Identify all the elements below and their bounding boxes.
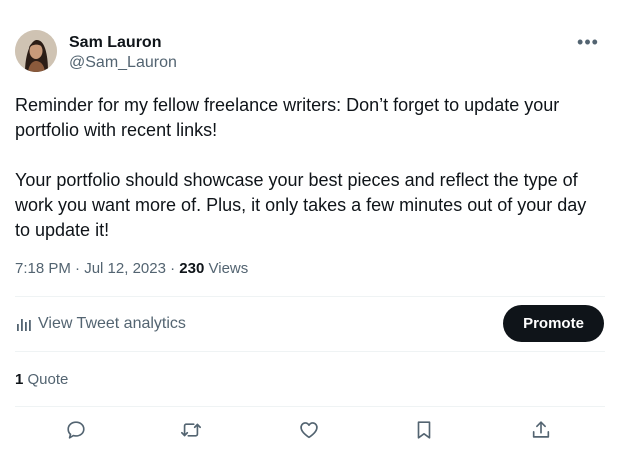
- view-analytics-link[interactable]: View Tweet analytics: [15, 313, 186, 335]
- tweet-date[interactable]: Jul 12, 2023: [84, 260, 166, 277]
- avatar[interactable]: [15, 30, 57, 72]
- retweet-button[interactable]: [180, 419, 204, 443]
- author-name[interactable]: Sam Lauron: [69, 33, 161, 53]
- meta-separator: ·: [170, 260, 180, 277]
- views-count: 230: [179, 260, 205, 277]
- tweet-header: Sam Lauron @Sam_Lauron •••: [15, 30, 605, 76]
- share-button[interactable]: [530, 419, 554, 443]
- speech-bubble-icon: [67, 421, 85, 439]
- quotes-link[interactable]: 1 Quote: [15, 370, 68, 390]
- analytics-label: View Tweet analytics: [38, 315, 186, 332]
- tweet-time[interactable]: 7:18 PM: [15, 260, 71, 277]
- action-bar: [15, 415, 605, 447]
- views-label: Views: [208, 260, 249, 277]
- bookmark-icon: [417, 421, 431, 439]
- tweet-card: Sam Lauron @Sam_Lauron ••• Reminder for …: [0, 0, 620, 455]
- divider: [15, 296, 605, 297]
- author-handle[interactable]: @Sam_Lauron: [69, 53, 177, 73]
- avatar-photo-icon: [15, 30, 57, 72]
- quote-count: 1: [15, 371, 24, 388]
- promote-button[interactable]: Promote: [503, 305, 604, 342]
- share-upload-icon: [532, 421, 550, 438]
- bar-chart-icon: [15, 315, 33, 333]
- like-button[interactable]: [298, 419, 322, 443]
- tweet-meta: 7:18 PM · Jul 12, 2023 · 230 Views: [15, 259, 248, 279]
- reply-button[interactable]: [65, 419, 89, 443]
- bookmark-button[interactable]: [413, 419, 437, 443]
- divider: [15, 351, 605, 352]
- divider: [15, 406, 605, 407]
- quote-label: Quote: [27, 371, 69, 388]
- tweet-text: Reminder for my fellow freelance writers…: [15, 95, 587, 240]
- heart-icon: [300, 422, 318, 439]
- more-options-icon[interactable]: •••: [573, 30, 603, 54]
- meta-separator: ·: [75, 260, 85, 277]
- retweet-arrows-icon: [181, 423, 201, 437]
